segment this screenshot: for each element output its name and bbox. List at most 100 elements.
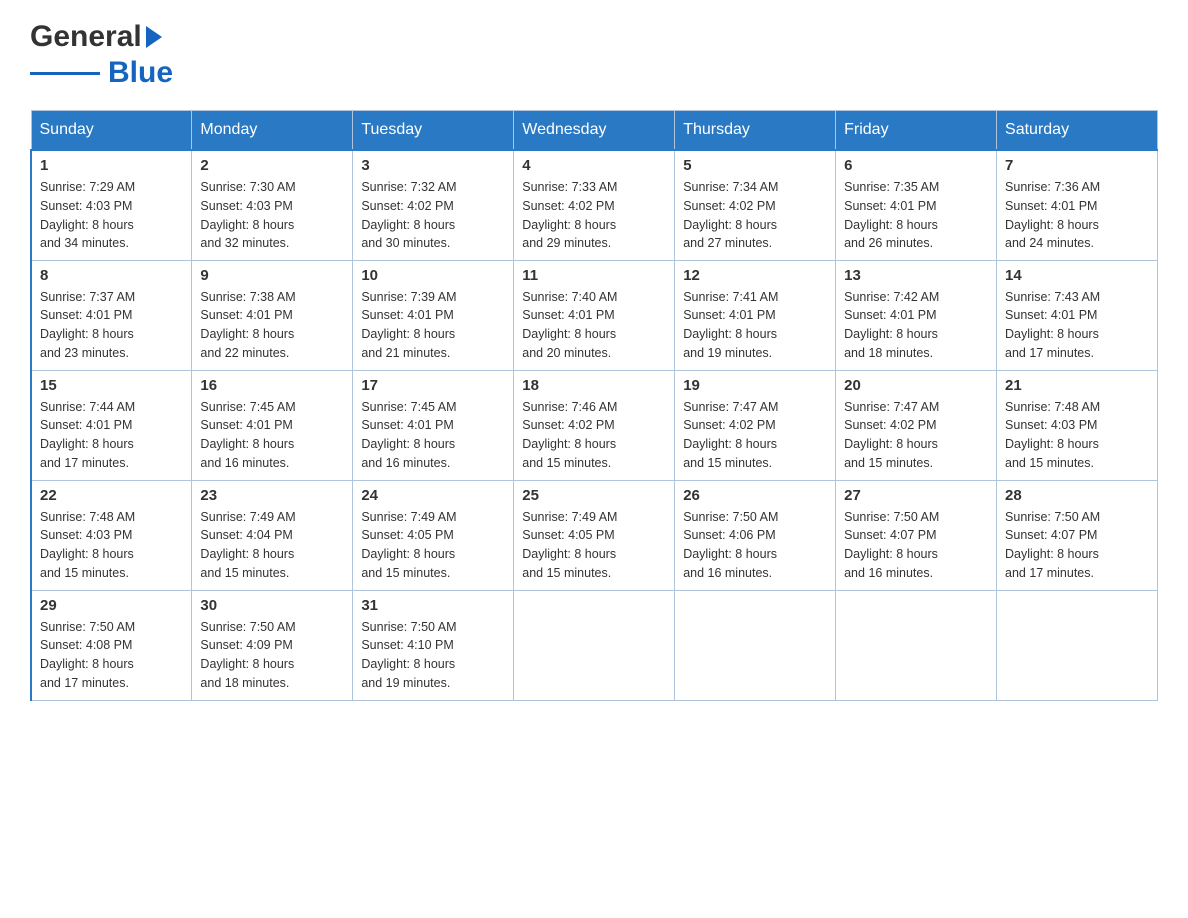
day-info: Sunrise: 7:38 AM Sunset: 4:01 PM Dayligh… [200,288,344,363]
day-number: 26 [683,487,827,504]
calendar-day-28: 28Sunrise: 7:50 AM Sunset: 4:07 PM Dayli… [997,480,1158,590]
calendar-day-9: 9 Sunrise: 7:38 AM Sunset: 4:01 PM Daylig… [192,260,353,370]
day-info: Sunrise: 7:50 AM Sunset: 4:08 PM Dayligh… [40,618,183,693]
day-info: Sunrise: 7:29 AM Sunset: 4:03 PM Dayligh… [40,178,183,253]
day-number: 20 [844,377,988,394]
day-info: Sunrise: 7:40 AM Sunset: 4:01 PM Dayligh… [522,288,666,363]
day-number: 6 [844,157,988,174]
day-info: Sunrise: 7:30 AM Sunset: 4:03 PM Dayligh… [200,178,344,253]
day-number: 14 [1005,267,1149,284]
day-number: 15 [40,377,183,394]
calendar-day-24: 24Sunrise: 7:49 AM Sunset: 4:05 PM Dayli… [353,480,514,590]
calendar-header-friday: Friday [836,111,997,151]
day-number: 4 [522,157,666,174]
logo-blue-text: Blue [108,56,173,90]
calendar-header-sunday: Sunday [31,111,192,151]
day-number: 11 [522,267,666,284]
calendar-week-row: 29 Sunrise: 7:50 AM Sunset: 4:08 PM Dayli… [31,590,1158,700]
calendar-day-21: 21 Sunrise: 7:48 AM Sunset: 4:03 PM Dayli… [997,370,1158,480]
calendar-day-16: 16 Sunrise: 7:45 AM Sunset: 4:01 PM Dayli… [192,370,353,480]
day-number: 31 [361,597,505,614]
day-info: Sunrise: 7:49 AM Sunset: 4:05 PM Dayligh… [522,508,666,583]
calendar-week-row: 22Sunrise: 7:48 AM Sunset: 4:03 PM Dayli… [31,480,1158,590]
calendar-table: SundayMondayTuesdayWednesdayThursdayFrid… [30,110,1158,701]
day-number: 13 [844,267,988,284]
day-info: Sunrise: 7:44 AM Sunset: 4:01 PM Dayligh… [40,398,183,473]
calendar-day-12: 12Sunrise: 7:41 AM Sunset: 4:01 PM Dayli… [675,260,836,370]
calendar-day-10: 10Sunrise: 7:39 AM Sunset: 4:01 PM Dayli… [353,260,514,370]
calendar-day-17: 17 Sunrise: 7:45 AM Sunset: 4:01 PM Dayli… [353,370,514,480]
calendar-week-row: 1 Sunrise: 7:29 AM Sunset: 4:03 PM Daylig… [31,150,1158,260]
day-info: Sunrise: 7:45 AM Sunset: 4:01 PM Dayligh… [200,398,344,473]
logo-svg-area: GeneralBlue [30,20,173,90]
calendar-day-4: 4Sunrise: 7:33 AM Sunset: 4:02 PM Daylig… [514,150,675,260]
logo-underline [30,72,100,75]
logo: GeneralBlue [30,20,173,90]
day-info: Sunrise: 7:34 AM Sunset: 4:02 PM Dayligh… [683,178,827,253]
calendar-day-5: 5 Sunrise: 7:34 AM Sunset: 4:02 PM Daylig… [675,150,836,260]
day-number: 10 [361,267,505,284]
calendar-day-15: 15 Sunrise: 7:44 AM Sunset: 4:01 PM Dayli… [31,370,192,480]
day-number: 23 [200,487,344,504]
calendar-day-18: 18 Sunrise: 7:46 AM Sunset: 4:02 PM Dayli… [514,370,675,480]
calendar-day-30: 30 Sunrise: 7:50 AM Sunset: 4:09 PM Dayli… [192,590,353,700]
day-info: Sunrise: 7:41 AM Sunset: 4:01 PM Dayligh… [683,288,827,363]
day-number: 7 [1005,157,1149,174]
calendar-day-1: 1 Sunrise: 7:29 AM Sunset: 4:03 PM Daylig… [31,150,192,260]
day-number: 8 [40,267,183,284]
day-info: Sunrise: 7:47 AM Sunset: 4:02 PM Dayligh… [844,398,988,473]
day-number: 28 [1005,487,1149,504]
logo-general-text: General [30,20,142,54]
calendar-day-20: 20 Sunrise: 7:47 AM Sunset: 4:02 PM Dayli… [836,370,997,480]
day-number: 21 [1005,377,1149,394]
day-number: 1 [40,157,183,174]
page-header: GeneralBlue [30,20,1158,90]
calendar-empty-cell [997,590,1158,700]
calendar-day-27: 27Sunrise: 7:50 AM Sunset: 4:07 PM Dayli… [836,480,997,590]
calendar-header-monday: Monday [192,111,353,151]
day-number: 18 [522,377,666,394]
calendar-day-22: 22Sunrise: 7:48 AM Sunset: 4:03 PM Dayli… [31,480,192,590]
calendar-week-row: 8 Sunrise: 7:37 AM Sunset: 4:01 PM Daylig… [31,260,1158,370]
day-number: 30 [200,597,344,614]
calendar-header-tuesday: Tuesday [353,111,514,151]
day-number: 5 [683,157,827,174]
day-info: Sunrise: 7:50 AM Sunset: 4:06 PM Dayligh… [683,508,827,583]
day-info: Sunrise: 7:43 AM Sunset: 4:01 PM Dayligh… [1005,288,1149,363]
calendar-week-row: 15 Sunrise: 7:44 AM Sunset: 4:01 PM Dayli… [31,370,1158,480]
calendar-day-3: 3Sunrise: 7:32 AM Sunset: 4:02 PM Daylig… [353,150,514,260]
day-number: 27 [844,487,988,504]
day-info: Sunrise: 7:50 AM Sunset: 4:10 PM Dayligh… [361,618,505,693]
calendar-day-19: 19 Sunrise: 7:47 AM Sunset: 4:02 PM Dayli… [675,370,836,480]
day-number: 19 [683,377,827,394]
calendar-header-thursday: Thursday [675,111,836,151]
calendar-day-6: 6 Sunrise: 7:35 AM Sunset: 4:01 PM Daylig… [836,150,997,260]
day-info: Sunrise: 7:35 AM Sunset: 4:01 PM Dayligh… [844,178,988,253]
day-info: Sunrise: 7:48 AM Sunset: 4:03 PM Dayligh… [1005,398,1149,473]
calendar-header-saturday: Saturday [997,111,1158,151]
day-info: Sunrise: 7:48 AM Sunset: 4:03 PM Dayligh… [40,508,183,583]
day-info: Sunrise: 7:37 AM Sunset: 4:01 PM Dayligh… [40,288,183,363]
calendar-day-14: 14 Sunrise: 7:43 AM Sunset: 4:01 PM Dayli… [997,260,1158,370]
day-info: Sunrise: 7:49 AM Sunset: 4:05 PM Dayligh… [361,508,505,583]
calendar-day-7: 7Sunrise: 7:36 AM Sunset: 4:01 PM Daylig… [997,150,1158,260]
day-number: 3 [361,157,505,174]
day-number: 29 [40,597,183,614]
day-info: Sunrise: 7:42 AM Sunset: 4:01 PM Dayligh… [844,288,988,363]
calendar-day-13: 13 Sunrise: 7:42 AM Sunset: 4:01 PM Dayli… [836,260,997,370]
day-info: Sunrise: 7:46 AM Sunset: 4:02 PM Dayligh… [522,398,666,473]
calendar-empty-cell [514,590,675,700]
day-number: 16 [200,377,344,394]
logo-row-2: Blue [30,56,173,90]
calendar-day-23: 23Sunrise: 7:49 AM Sunset: 4:04 PM Dayli… [192,480,353,590]
day-number: 9 [200,267,344,284]
calendar-day-26: 26 Sunrise: 7:50 AM Sunset: 4:06 PM Dayli… [675,480,836,590]
day-number: 2 [200,157,344,174]
calendar-day-8: 8 Sunrise: 7:37 AM Sunset: 4:01 PM Daylig… [31,260,192,370]
day-info: Sunrise: 7:45 AM Sunset: 4:01 PM Dayligh… [361,398,505,473]
day-info: Sunrise: 7:47 AM Sunset: 4:02 PM Dayligh… [683,398,827,473]
day-info: Sunrise: 7:50 AM Sunset: 4:09 PM Dayligh… [200,618,344,693]
logo-triangle-icon [144,24,164,50]
day-number: 17 [361,377,505,394]
calendar-day-25: 25Sunrise: 7:49 AM Sunset: 4:05 PM Dayli… [514,480,675,590]
